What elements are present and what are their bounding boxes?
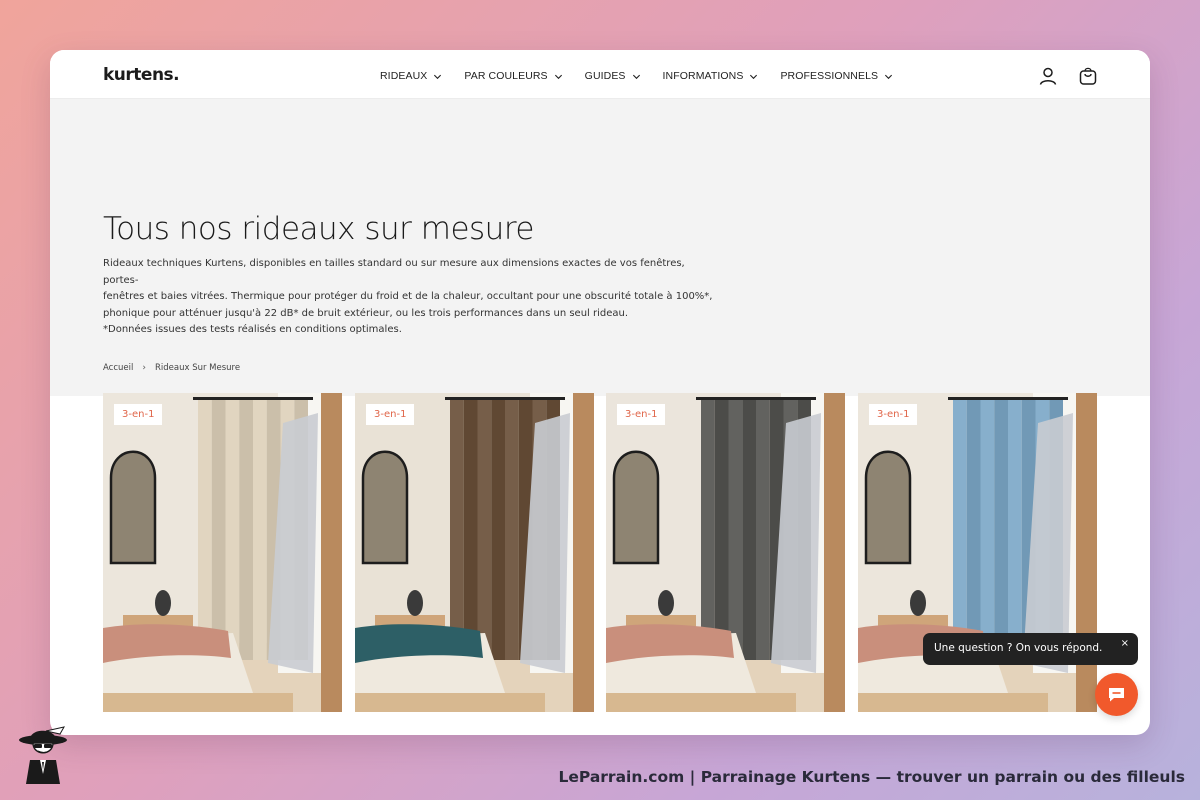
page-title: Tous nos rideaux sur mesure — [103, 211, 534, 247]
product-badge: 3-en-1 — [617, 404, 666, 425]
nav-par-couleurs-label: PAR COULEURS — [464, 70, 548, 82]
nav-par-couleurs[interactable]: PAR COULEURS — [464, 70, 562, 82]
curtain-fold — [477, 400, 492, 660]
browser-window: kurtens. RIDEAUX PAR COULEURS GUIDES INF… — [50, 50, 1150, 735]
vase — [910, 590, 926, 616]
mirror — [864, 450, 912, 565]
curtain-fold — [756, 400, 770, 660]
curtain-rail — [193, 397, 313, 400]
breadcrumb-separator: › — [142, 363, 146, 373]
nav-professionnels-label: PROFESSIONNELS — [780, 70, 879, 82]
curtain-fold — [728, 400, 743, 660]
curtain-fold — [491, 400, 505, 660]
chat-message: Une question ? On vous répond. — [934, 642, 1103, 654]
hero-section: Tous nos rideaux sur mesure Rideaux tech… — [50, 99, 1150, 396]
chevron-down-icon — [750, 74, 758, 79]
product-image — [103, 393, 342, 712]
bed-frame — [355, 693, 545, 712]
curtain-fold — [714, 400, 729, 660]
curtain-fold — [966, 400, 981, 660]
product-image — [606, 393, 845, 712]
door-frame — [573, 393, 594, 712]
cart-icon[interactable] — [1078, 66, 1098, 86]
mirror — [612, 450, 660, 565]
vase — [155, 590, 171, 616]
chat-icon — [1109, 688, 1124, 702]
vase — [407, 590, 423, 616]
bed-frame — [606, 693, 796, 712]
nav-professionnels[interactable]: PROFESSIONNELS — [780, 70, 893, 82]
curtain-fold — [225, 400, 240, 660]
product-badge: 3-en-1 — [869, 404, 918, 425]
mirror — [361, 450, 409, 565]
description-line: phonique pour atténuer jusqu'à 22 dB* de… — [103, 307, 629, 319]
curtain-fold — [463, 400, 478, 660]
curtain-fold — [980, 400, 995, 660]
nav-guides-label: GUIDES — [584, 70, 626, 82]
page-description: Rideaux techniques Kurtens, disponibles … — [103, 256, 713, 339]
curtain-fold — [505, 400, 519, 660]
curtain-fold — [953, 400, 967, 660]
curtain-fold — [742, 400, 756, 660]
product-badge: 3-en-1 — [114, 404, 163, 425]
breadcrumb-current: Rideaux Sur Mesure — [154, 363, 241, 373]
bed-frame — [103, 693, 293, 712]
curtain-fold — [701, 400, 715, 660]
product-card[interactable]: 3-en-1 — [103, 393, 342, 712]
account-icon[interactable] — [1038, 66, 1058, 86]
nav-informations-label: INFORMATIONS — [662, 70, 744, 82]
kurtens-logo[interactable]: kurtens. — [103, 65, 180, 85]
leparrain-mascot-icon — [19, 726, 67, 784]
nav-rideaux[interactable]: RIDEAUX — [380, 70, 442, 82]
chevron-down-icon — [554, 74, 562, 79]
door-frame — [321, 393, 342, 712]
curtain-fold — [994, 400, 1008, 660]
chat-button[interactable] — [1095, 673, 1138, 716]
curtain-fold — [1008, 400, 1022, 660]
chevron-down-icon — [434, 74, 442, 79]
mirror — [109, 450, 157, 565]
description-line: Rideaux techniques Kurtens, disponibles … — [103, 258, 685, 286]
description-line: fenêtres et baies vitrées. Thermique pou… — [103, 291, 713, 302]
nav-informations[interactable]: INFORMATIONS — [663, 70, 759, 82]
curtain-rail — [696, 397, 816, 400]
curtain-fold — [450, 400, 464, 660]
footer-caption: LeParrain.com | Parrainage Kurtens — tro… — [558, 768, 1186, 786]
main-nav: RIDEAUX PAR COULEURS GUIDES INFORMATIONS… — [380, 70, 893, 82]
nav-rideaux-label: RIDEAUX — [380, 70, 428, 82]
vase — [658, 590, 674, 616]
nav-guides[interactable]: GUIDES — [585, 70, 641, 82]
description-footnote: *Données issues des tests réalisés en co… — [103, 324, 402, 335]
site-header: kurtens. RIDEAUX PAR COULEURS GUIDES INF… — [50, 50, 1150, 99]
chevron-down-icon — [885, 74, 893, 79]
curtain-fold — [198, 400, 212, 660]
product-badge: 3-en-1 — [366, 404, 415, 425]
chevron-down-icon — [632, 74, 640, 79]
curtain-fold — [239, 400, 253, 660]
product-card[interactable]: 3-en-1 — [606, 393, 845, 712]
close-icon[interactable]: × — [1121, 638, 1129, 649]
curtain-rail — [445, 397, 565, 400]
chat-prompt[interactable]: Une question ? On vous répond. × — [923, 633, 1138, 665]
door-frame — [824, 393, 845, 712]
breadcrumb-home[interactable]: Accueil — [103, 363, 133, 373]
product-card[interactable]: 3-en-1 — [355, 393, 594, 712]
breadcrumb: Accueil › Rideaux Sur Mesure — [103, 363, 240, 373]
curtain-rail — [948, 397, 1068, 400]
curtain-fold — [211, 400, 226, 660]
curtain-fold — [253, 400, 267, 660]
product-image — [355, 393, 594, 712]
bed-frame — [858, 693, 1048, 712]
